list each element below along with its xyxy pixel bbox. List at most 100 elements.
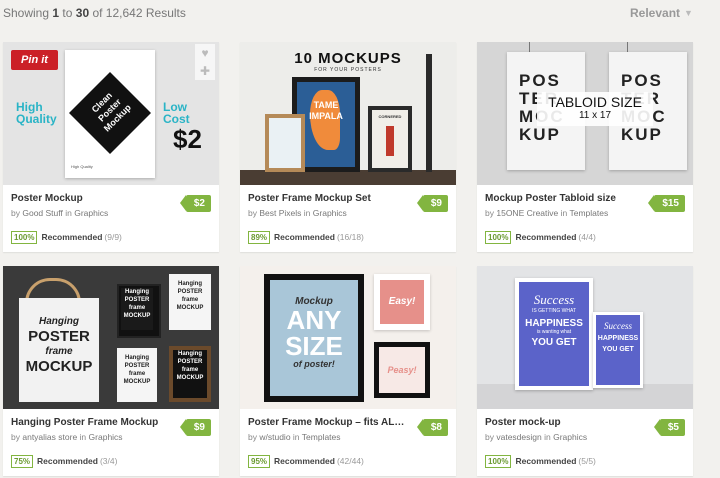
product-card[interactable]: POSTERMOCKUP POSTERMOCKUP TABLOID SIZE 1… [477,42,693,252]
product-card[interactable]: Success IS GETTING WHAT HAPPINESS is wan… [477,266,693,476]
recommend-percent: 100% [485,231,512,244]
product-title[interactable]: Mockup Poster Tabloid size [485,193,616,204]
poster-easy: Easy! [380,280,424,324]
recommend-count: (5/5) [578,456,596,466]
price-badge[interactable]: $15 [648,195,685,212]
poster-right-art [386,126,394,156]
category-link[interactable]: Graphics [74,208,108,218]
recommendation: 100% Recommended (9/9) [11,231,122,244]
product-thumbnail[interactable]: Mockup ANY SIZE of poster! Easy! Peasy! [240,266,456,409]
category-link[interactable]: Templates [302,432,341,442]
product-thumbnail[interactable]: Success IS GETTING WHAT HAPPINESS is wan… [477,266,693,409]
poster-large-text: Success IS GETTING WHAT HAPPINESS is wan… [525,292,583,348]
product-card[interactable]: 10 MOCKUPS FOR YOUR POSTERS TAME IMPALA C… [240,42,456,252]
product-title[interactable]: Poster Frame Mockup – fits ALL ... [248,417,408,428]
recommend-percent: 75% [11,455,34,468]
product-card[interactable]: Mockup ANY SIZE of poster! Easy! Peasy! … [240,266,456,476]
category-link[interactable]: Graphics [89,432,123,442]
product-thumbnail[interactable]: 10 MOCKUPS FOR YOUR POSTERS TAME IMPALA C… [240,42,456,185]
product-title[interactable]: Poster mock-up [485,417,561,428]
results-total: of 12,642 Results [92,6,186,20]
recommend-count: (16/18) [336,232,364,242]
category-link[interactable]: Graphics [553,432,587,442]
floor [240,170,456,185]
product-byline: by Best Pixels in Graphics [248,208,347,218]
frame-small-text: Hanging POSTER frame MOCKUP [173,350,207,398]
product-title[interactable]: Hanging Poster Frame Mockup [11,417,158,428]
author-link[interactable]: w/studio [259,432,290,442]
recommend-count: (3/4) [99,456,118,466]
recommend-label: Recommended [515,456,577,466]
author-link[interactable]: vatesdesign [496,432,541,442]
recommend-percent: 89% [248,231,271,244]
product-card[interactable]: Hanging POSTER frame MOCKUP Hanging POSTE… [3,266,219,476]
recommendation: 100% Recommended (4/4) [485,231,596,244]
recommend-percent: 95% [248,455,271,468]
recommend-label: Recommended [274,232,335,242]
recommend-label: Recommended [41,232,103,242]
product-card[interactable]: Clean Poster Mockup High Quality High Quali… [3,42,219,252]
poster-large-text: Mockup ANY SIZE of poster! [285,296,343,369]
recommendation: 75% Recommended (3/4) [11,455,117,468]
results-count: Showing 1 to 30 of 12,642 Results [3,6,186,20]
product-thumbnail[interactable]: Clean Poster Mockup High Quality High Quali… [3,42,219,185]
poster-left [269,118,301,168]
thumb-left-text: High Quality [16,100,57,126]
frame-small-text: Hanging POSTER frame MOCKUP [123,355,151,385]
author-link[interactable]: antyalias store [22,432,77,442]
recommend-count: (9/9) [104,232,122,242]
product-thumbnail[interactable]: Hanging POSTER frame MOCKUP Hanging POSTE… [3,266,219,409]
author-link[interactable]: Best Pixels [259,208,301,218]
results-showing-label: Showing [3,6,50,20]
frame-small-text: Hanging POSTER frame MOCKUP [176,281,204,311]
hanging-wire [529,42,530,52]
product-title[interactable]: Poster Frame Mockup Set [248,193,371,204]
price-badge[interactable]: $5 [653,419,685,436]
poster-main-text: Hanging POSTER frame MOCKUP [25,316,93,375]
product-byline: by vatesdesign in Graphics [485,432,588,442]
product-thumbnail[interactable]: POSTERMOCKUP POSTERMOCKUP TABLOID SIZE 1… [477,42,693,185]
results-range-start: 1 [52,6,60,20]
sort-dropdown[interactable]: Relevant ▼ [630,6,693,20]
recommend-count: (42/44) [336,456,364,466]
thumb-price-text: $2 [173,124,202,154]
thumb-subline: FOR YOUR POSTERS [314,67,382,73]
hanging-wire [627,42,628,52]
author-link[interactable]: Good Stuff [22,208,62,218]
recommend-label: Recommended [274,456,335,466]
poster-center-text: TAME IMPALA [309,100,343,121]
product-byline: by w/studio in Templates [248,432,341,442]
price-badge[interactable]: $9 [416,195,448,212]
poster-right-text: CORNERED [378,114,402,119]
recommendation: 89% Recommended (16/18) [248,231,364,244]
chevron-down-icon: ▼ [684,8,693,18]
product-byline: by antyalias store in Graphics [11,432,123,442]
category-link[interactable]: Graphics [313,208,347,218]
frame-small-text: Hanging POSTER frame MOCKUP [121,288,153,330]
product-title[interactable]: Poster Mockup [11,193,83,204]
sort-dropdown-label: Relevant [630,6,681,20]
price-badge[interactable]: $2 [179,195,211,212]
poster-small-text: Success HAPPINESS YOU GET [597,321,639,353]
results-range-sep: to [62,6,73,20]
pinit-button[interactable]: Pin it [11,50,58,70]
category-link[interactable]: Templates [569,208,608,218]
price-badge[interactable]: $9 [179,419,211,436]
poster-caption: High Quality [71,164,93,169]
product-byline: by 15ONE Creative in Templates [485,208,609,218]
results-range-end: 30 [75,6,90,20]
add-to-collection-icon[interactable]: ✚ [195,62,215,80]
recommendation: 95% Recommended (42/44) [248,455,364,468]
price-badge[interactable]: $8 [416,419,448,436]
recommend-percent: 100% [485,455,512,468]
recommend-label: Recommended [515,232,577,242]
poster-peasy: Peasy! [379,347,425,393]
thumb-headline: 10 MOCKUPS [294,50,402,67]
recommend-count: (4/4) [578,232,596,242]
recommend-label: Recommended [37,456,98,466]
results-toolbar: Showing 1 to 30 of 12,642 Results Releva… [0,0,720,30]
recommendation: 100% Recommended (5/5) [485,455,596,468]
author-link[interactable]: 15ONE Creative [496,208,558,218]
tabloid-label: TABLOID SIZE 11 x 17 [537,92,653,126]
heart-icon[interactable]: ♥ [195,44,215,62]
